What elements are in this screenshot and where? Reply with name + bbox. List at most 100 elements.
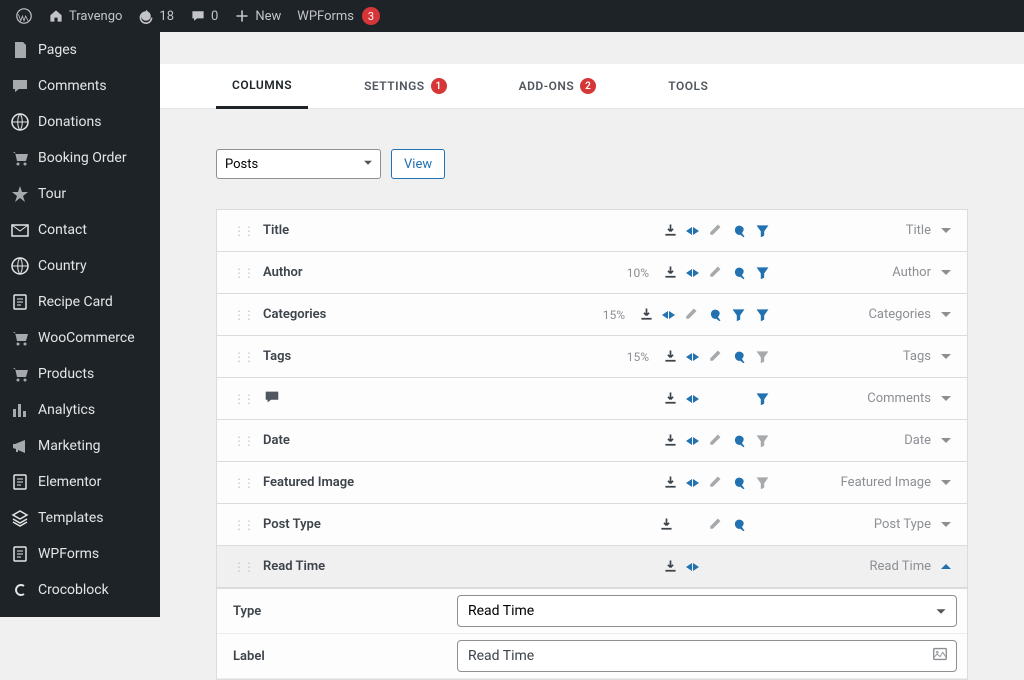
caret-icon[interactable]	[941, 438, 951, 443]
column-type: Read Time	[870, 559, 932, 574]
drag-handle[interactable]: ⋮⋮	[233, 266, 253, 280]
sort-icon[interactable]	[686, 227, 699, 235]
edit-icon[interactable]	[682, 306, 699, 323]
column-row[interactable]: ⋮⋮ Post Type Post Type	[217, 504, 967, 546]
search-icon[interactable]	[730, 474, 747, 491]
sidebar-item-contact[interactable]: Contact	[0, 212, 160, 248]
sidebar-item-wpforms[interactable]: WPForms	[0, 536, 160, 572]
sort-icon[interactable]	[662, 311, 675, 319]
sidebar-item-donations[interactable]: Donations	[0, 104, 160, 140]
column-label: Title	[263, 223, 289, 238]
sort-icon[interactable]	[686, 353, 699, 361]
image-icon[interactable]	[931, 645, 949, 667]
sidebar-item-recipe-card[interactable]: Recipe Card	[0, 284, 160, 320]
drag-handle[interactable]: ⋮⋮	[233, 434, 253, 448]
column-label: Post Type	[263, 517, 321, 532]
filter-icon[interactable]	[754, 432, 771, 449]
sidebar-item-woocommerce[interactable]: WooCommerce	[0, 320, 160, 356]
admin-toolbar: Travengo 18 0 New WPForms3	[0, 0, 1024, 32]
tab-tools[interactable]: TOOLS	[652, 64, 724, 108]
search-icon[interactable]	[730, 516, 747, 533]
sidebar-item-country[interactable]: Country	[0, 248, 160, 284]
sidebar-item-booking-order[interactable]: Booking Order	[0, 140, 160, 176]
drag-handle[interactable]: ⋮⋮	[233, 518, 253, 532]
drag-handle[interactable]: ⋮⋮	[233, 392, 253, 406]
drag-handle[interactable]: ⋮⋮	[233, 308, 253, 322]
wpforms-menu[interactable]: WPForms3	[289, 0, 388, 32]
caret-icon[interactable]	[941, 312, 951, 317]
edit-icon[interactable]	[706, 222, 723, 239]
post-type-select[interactable]: Posts	[216, 149, 381, 179]
column-type: Comments	[867, 391, 931, 406]
column-label: Date	[263, 433, 290, 448]
column-row[interactable]: ⋮⋮ Tags 15% Tags	[217, 336, 967, 378]
filter-icon[interactable]	[754, 348, 771, 365]
comments-count[interactable]: 0	[182, 0, 226, 32]
caret-icon[interactable]	[941, 564, 951, 569]
filter-icon[interactable]	[754, 264, 771, 281]
new-content[interactable]: New	[226, 0, 289, 32]
filter-icon[interactable]	[754, 306, 771, 323]
filter-icon[interactable]	[730, 306, 747, 323]
sidebar-item-pages[interactable]: Pages	[0, 32, 160, 68]
sort-icon[interactable]	[686, 395, 699, 403]
edit-icon[interactable]	[706, 474, 723, 491]
caret-icon[interactable]	[941, 228, 951, 233]
sort-icon[interactable]	[686, 563, 699, 571]
wp-logo[interactable]	[8, 0, 40, 32]
edit-icon[interactable]	[706, 264, 723, 281]
column-row[interactable]: ⋮⋮ Date Date	[217, 420, 967, 462]
sort-icon[interactable]	[686, 437, 699, 445]
toolbar: Posts View	[216, 149, 968, 179]
type-select[interactable]: Read Time	[457, 595, 957, 627]
filter-icon[interactable]	[754, 222, 771, 239]
tab-settings[interactable]: SETTINGS1	[348, 64, 463, 108]
drag-handle[interactable]: ⋮⋮	[233, 476, 253, 490]
column-row[interactable]: ⋮⋮ Categories 15% Categories	[217, 294, 967, 336]
caret-icon[interactable]	[941, 396, 951, 401]
updates[interactable]: 18	[130, 0, 182, 32]
filter-icon[interactable]	[754, 390, 771, 407]
sidebar-item-analytics[interactable]: Analytics	[0, 392, 160, 428]
search-icon[interactable]	[706, 306, 723, 323]
label-label: Label	[217, 639, 447, 674]
caret-icon[interactable]	[941, 480, 951, 485]
column-row[interactable]: ⋮⋮ Comments	[217, 378, 967, 420]
drag-handle[interactable]: ⋮⋮	[233, 560, 253, 574]
column-row[interactable]: ⋮⋮ Read Time Read Time	[217, 546, 967, 588]
drag-handle[interactable]: ⋮⋮	[233, 224, 253, 238]
sidebar-item-products[interactable]: Products	[0, 356, 160, 392]
column-type: Post Type	[874, 517, 931, 532]
sidebar-item-templates[interactable]: Templates	[0, 500, 160, 536]
search-icon[interactable]	[730, 348, 747, 365]
caret-icon[interactable]	[941, 270, 951, 275]
label-input[interactable]	[457, 640, 957, 672]
column-label: Categories	[263, 307, 326, 322]
sidebar-item-tour[interactable]: Tour	[0, 176, 160, 212]
tab-addons[interactable]: ADD-ONS2	[503, 64, 613, 108]
tab-columns[interactable]: COLUMNS	[216, 64, 308, 109]
sort-icon[interactable]	[686, 269, 699, 277]
column-row[interactable]: ⋮⋮ Author 10% Author	[217, 252, 967, 294]
caret-icon[interactable]	[941, 522, 951, 527]
column-row[interactable]: ⋮⋮ Featured Image Featured Image	[217, 462, 967, 504]
search-icon[interactable]	[730, 264, 747, 281]
site-name[interactable]: Travengo	[40, 0, 130, 32]
search-icon[interactable]	[730, 222, 747, 239]
edit-icon[interactable]	[706, 432, 723, 449]
filter-icon[interactable]	[754, 474, 771, 491]
sort-icon[interactable]	[686, 479, 699, 487]
view-button[interactable]: View	[391, 149, 445, 179]
edit-icon[interactable]	[706, 516, 723, 533]
sidebar-item-elementor[interactable]: Elementor	[0, 464, 160, 500]
drag-handle[interactable]: ⋮⋮	[233, 350, 253, 364]
sidebar-item-crocoblock[interactable]: Crocoblock	[0, 572, 160, 608]
caret-icon[interactable]	[941, 354, 951, 359]
sidebar-item-appearance[interactable]: Appearance	[0, 608, 160, 617]
edit-icon[interactable]	[706, 348, 723, 365]
column-row[interactable]: ⋮⋮ Title Title	[217, 210, 967, 252]
sidebar-item-comments[interactable]: Comments	[0, 68, 160, 104]
search-icon[interactable]	[730, 432, 747, 449]
sidebar-item-marketing[interactable]: Marketing	[0, 428, 160, 464]
column-type: Categories	[868, 307, 931, 322]
